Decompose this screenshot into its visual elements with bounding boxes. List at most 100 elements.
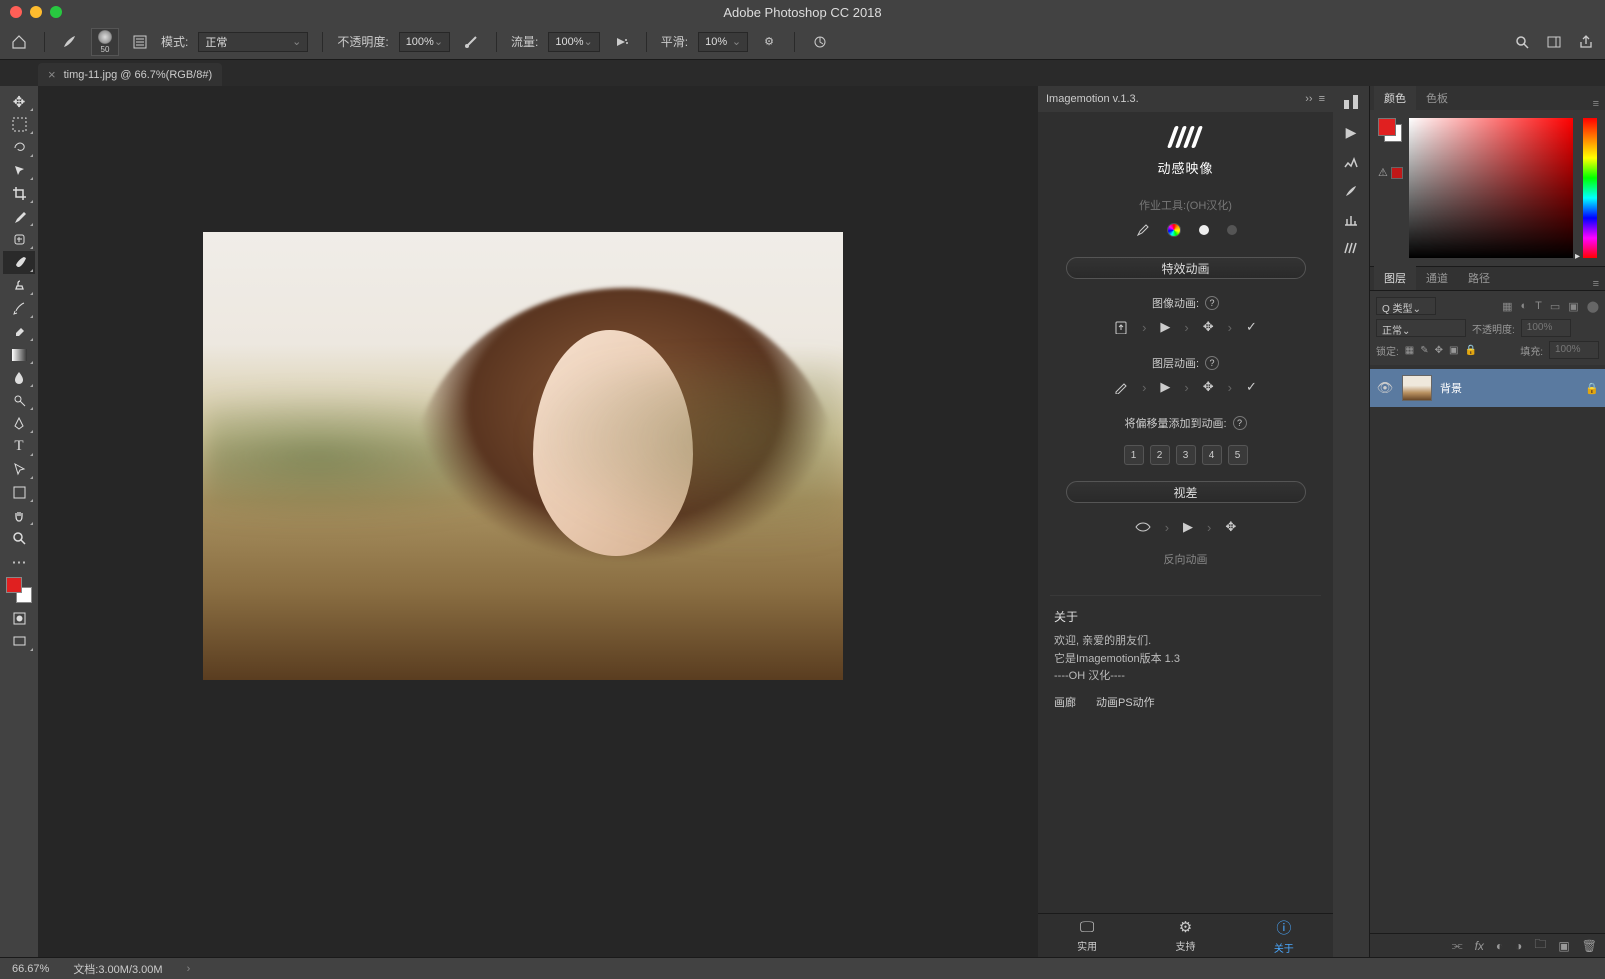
help-icon[interactable]: ? bbox=[1205, 356, 1219, 370]
new-layer-icon[interactable]: ▣ bbox=[1558, 939, 1569, 953]
dock-icon-5[interactable] bbox=[1343, 213, 1359, 227]
effects-header-button[interactable]: 特效动画 bbox=[1066, 257, 1306, 279]
canvas[interactable] bbox=[38, 86, 1038, 957]
crop-tool[interactable] bbox=[3, 182, 35, 205]
minimize-window-button[interactable] bbox=[30, 6, 42, 18]
adjustment-layer-icon[interactable]: ◑ bbox=[1515, 939, 1522, 953]
lock-position-icon[interactable]: ✥ bbox=[1435, 345, 1443, 356]
screen-mode-toggle[interactable] bbox=[3, 630, 35, 653]
footer-about-button[interactable]: ⓘ关于 bbox=[1235, 914, 1333, 957]
export-icon[interactable] bbox=[1114, 320, 1128, 334]
clone-stamp-tool[interactable] bbox=[3, 274, 35, 297]
filter-adjust-icon[interactable]: ◐ bbox=[1520, 300, 1527, 313]
dot-dark-icon[interactable] bbox=[1227, 225, 1237, 235]
play-icon[interactable]: ▶ bbox=[1160, 379, 1170, 395]
eyedropper-plugin-icon[interactable] bbox=[1135, 223, 1149, 237]
layer-row[interactable]: 👁 背景 🔒 bbox=[1370, 369, 1605, 407]
layer-fx-icon[interactable]: fx bbox=[1475, 939, 1484, 953]
offset-1-button[interactable]: 1 bbox=[1124, 445, 1144, 465]
collapse-icon[interactable]: ›› bbox=[1305, 93, 1312, 105]
filter-smart-icon[interactable]: ▣ bbox=[1568, 300, 1578, 313]
lock-icon[interactable]: 🔒 bbox=[1585, 382, 1599, 395]
maximize-window-button[interactable] bbox=[50, 6, 62, 18]
color-swatches[interactable] bbox=[3, 573, 35, 607]
eyedropper-tool[interactable] bbox=[3, 205, 35, 228]
type-tool[interactable]: T bbox=[3, 435, 35, 458]
blur-tool[interactable] bbox=[3, 366, 35, 389]
opacity-pressure-icon[interactable] bbox=[460, 31, 482, 53]
tab-layers[interactable]: 图层 bbox=[1374, 266, 1416, 290]
brush-panel-toggle-icon[interactable] bbox=[129, 31, 151, 53]
close-tab-icon[interactable]: × bbox=[48, 67, 56, 82]
filter-type-icon[interactable]: T bbox=[1535, 300, 1542, 313]
eye-icon[interactable] bbox=[1135, 522, 1151, 532]
flow-input[interactable]: 100%⌄ bbox=[548, 32, 599, 52]
panel-menu-icon[interactable]: ≡ bbox=[1587, 98, 1605, 110]
dock-brush-icon[interactable] bbox=[1343, 183, 1359, 199]
play-icon[interactable]: ▶ bbox=[1160, 319, 1170, 335]
history-brush-tool[interactable] bbox=[3, 297, 35, 320]
tablet-pressure-icon[interactable] bbox=[809, 31, 831, 53]
layer-name[interactable]: 背景 bbox=[1440, 380, 1462, 396]
lasso-tool[interactable] bbox=[3, 136, 35, 159]
dot-white-icon[interactable] bbox=[1199, 225, 1209, 235]
panel-menu-icon[interactable]: ≡ bbox=[1587, 278, 1605, 290]
smooth-input[interactable]: 10%⌄ bbox=[698, 32, 748, 52]
blend-mode-select[interactable]: 正常⌄ bbox=[198, 32, 308, 52]
brush-preview[interactable]: 50 bbox=[91, 28, 119, 56]
color-picker[interactable] bbox=[1409, 118, 1573, 258]
dock-icon-1[interactable] bbox=[1343, 94, 1359, 110]
gradient-tool[interactable] bbox=[3, 343, 35, 366]
marquee-tool[interactable] bbox=[3, 113, 35, 136]
tab-color[interactable]: 颜色 bbox=[1374, 86, 1416, 110]
quickmask-toggle[interactable] bbox=[3, 607, 35, 630]
layer-thumbnail[interactable] bbox=[1402, 375, 1432, 401]
dodge-tool[interactable] bbox=[3, 389, 35, 412]
move-plus-icon[interactable]: ✥ bbox=[1203, 319, 1214, 335]
dock-stripes-icon[interactable] bbox=[1343, 241, 1359, 255]
footer-support-button[interactable]: ⚙支持 bbox=[1136, 914, 1234, 957]
lock-all-icon[interactable]: 🔒 bbox=[1464, 345, 1476, 356]
path-select-tool[interactable] bbox=[3, 458, 35, 481]
check-icon[interactable]: ✓ bbox=[1246, 319, 1257, 335]
hue-slider[interactable] bbox=[1583, 118, 1597, 258]
filter-shape-icon[interactable]: ▭ bbox=[1550, 300, 1560, 313]
gamut-warning[interactable]: ⚠ bbox=[1378, 166, 1403, 179]
gallery-link[interactable]: 画廊 bbox=[1054, 694, 1076, 710]
healing-tool[interactable] bbox=[3, 228, 35, 251]
edit-toolbar[interactable]: ⋯ bbox=[3, 550, 35, 573]
footer-useful-button[interactable]: 🖵实用 bbox=[1038, 914, 1136, 957]
offset-4-button[interactable]: 4 bbox=[1202, 445, 1222, 465]
dock-icon-3[interactable] bbox=[1343, 155, 1359, 169]
pen-plugin-icon[interactable] bbox=[1114, 380, 1128, 394]
move-plus-icon[interactable]: ✥ bbox=[1203, 379, 1214, 395]
hand-tool[interactable] bbox=[3, 504, 35, 527]
move-plus-icon[interactable]: ✥ bbox=[1225, 519, 1236, 535]
filter-image-icon[interactable]: ▦ bbox=[1502, 300, 1512, 313]
lock-artboard-icon[interactable]: ▣ bbox=[1449, 345, 1458, 356]
pen-tool[interactable] bbox=[3, 412, 35, 435]
blend-mode-select[interactable]: 正常⌄ bbox=[1376, 319, 1466, 337]
brush-tool-icon[interactable] bbox=[59, 31, 81, 53]
airbrush-icon[interactable] bbox=[610, 31, 632, 53]
layer-fill-input[interactable]: 100% bbox=[1549, 341, 1599, 359]
zoom-tool[interactable] bbox=[3, 527, 35, 550]
panel-menu-icon[interactable]: ≡ bbox=[1319, 93, 1325, 105]
visibility-eye-icon[interactable]: 👁 bbox=[1376, 380, 1394, 396]
actions-link[interactable]: 动画PS动作 bbox=[1096, 694, 1155, 710]
reverse-anim-label[interactable]: 反向动画 bbox=[1164, 551, 1208, 567]
layer-filter[interactable]: Q 类型⌄ bbox=[1376, 297, 1436, 315]
play-icon[interactable]: ▶ bbox=[1183, 519, 1193, 535]
opacity-input[interactable]: 100%⌄ bbox=[399, 32, 450, 52]
offset-3-button[interactable]: 3 bbox=[1176, 445, 1196, 465]
help-icon[interactable]: ? bbox=[1205, 296, 1219, 310]
tab-channels[interactable]: 通道 bbox=[1416, 266, 1458, 290]
dock-play-icon[interactable]: ▶ bbox=[1346, 124, 1357, 141]
link-layers-icon[interactable]: ⫘ bbox=[1452, 938, 1463, 953]
share-icon[interactable] bbox=[1575, 31, 1597, 53]
workspace-icon[interactable] bbox=[1543, 31, 1565, 53]
group-icon[interactable]: 🗀 bbox=[1534, 935, 1546, 956]
smooth-settings-icon[interactable]: ⚙ bbox=[758, 31, 780, 53]
move-tool[interactable]: ✥ bbox=[3, 90, 35, 113]
parallax-header-button[interactable]: 视差 bbox=[1066, 481, 1306, 503]
